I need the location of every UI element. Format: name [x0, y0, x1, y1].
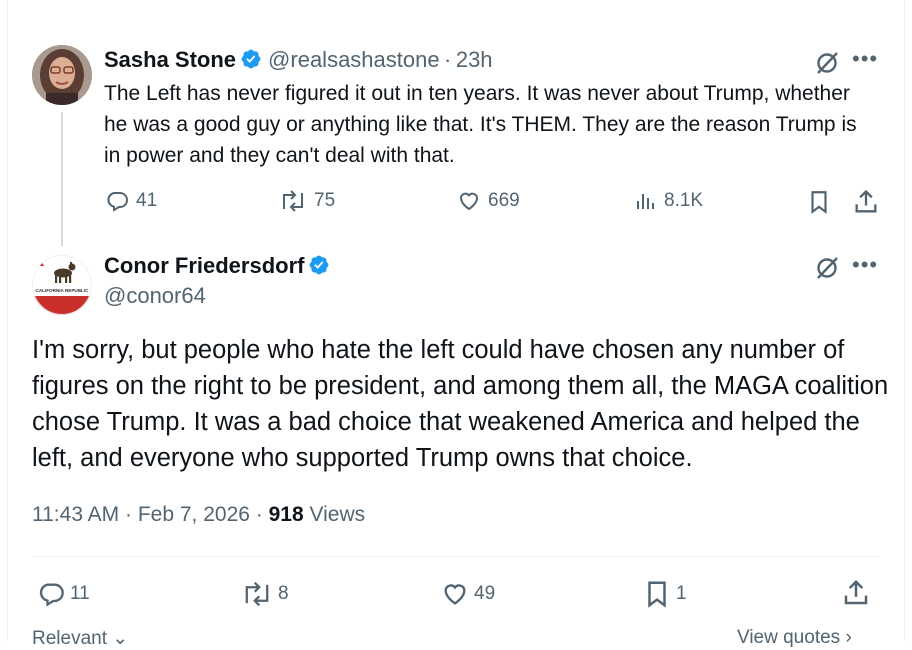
views-count: 8.1K: [664, 190, 704, 211]
reply-button[interactable]: 41: [104, 189, 157, 213]
chevron-right-icon: ›: [845, 627, 852, 648]
thread-connector-line: [61, 112, 63, 246]
share-icon: [855, 189, 877, 213]
reply-icon: [39, 583, 64, 607]
author-name[interactable]: Sasha Stone: [104, 47, 236, 72]
separator-dot: ·: [444, 47, 452, 72]
avatar-photo: [32, 45, 92, 105]
bookmark-button[interactable]: [806, 189, 832, 220]
avatar-flag-text: CALIFORNIA REPUBLIC: [36, 288, 90, 293]
avatar[interactable]: CALIFORNIA REPUBLIC: [32, 255, 92, 315]
chevron-down-icon: ⌄: [112, 628, 129, 649]
views-label: Views: [309, 503, 366, 526]
like-button[interactable]: 49: [440, 580, 495, 608]
main-tweet-header: Conor Friedersdorf: [104, 253, 336, 279]
repost-count: 8: [278, 583, 289, 604]
like-count: 669: [488, 190, 520, 211]
share-button[interactable]: [852, 188, 880, 221]
more-icon[interactable]: •••: [852, 252, 878, 278]
repost-count: 75: [314, 190, 336, 211]
reply-button[interactable]: 11: [36, 580, 90, 608]
repost-icon: [245, 581, 269, 607]
like-icon: [444, 584, 466, 605]
main-tweet-text: I'm sorry, but people who hate the left …: [32, 336, 889, 472]
bookmark-button[interactable]: 1: [642, 579, 687, 609]
like-icon: [459, 192, 479, 211]
tweet-time[interactable]: 23h: [456, 47, 493, 72]
views-button[interactable]: 8.1K: [634, 189, 703, 213]
verified-icon: [241, 49, 261, 69]
author-handle[interactable]: @conor64: [104, 283, 206, 309]
like-count: 49: [474, 583, 496, 604]
grok-icon[interactable]: [814, 50, 840, 81]
more-icon[interactable]: •••: [852, 46, 878, 72]
reply-count: 41: [136, 190, 158, 211]
avatar[interactable]: [32, 45, 92, 105]
frame-left-border: [7, 0, 8, 642]
sort-replies-dropdown[interactable]: Relevant ⌄: [32, 627, 128, 650]
repost-icon: [283, 190, 303, 212]
frame-right-border: [904, 0, 905, 642]
views-number: 918: [268, 503, 304, 526]
like-button[interactable]: 669: [456, 189, 520, 213]
bookmark-icon: [648, 581, 666, 608]
tweet-date[interactable]: Feb 7, 2026: [138, 503, 250, 526]
view-quotes-link[interactable]: View quotes ›: [737, 627, 852, 649]
bookmark-count: 1: [676, 583, 687, 604]
divider: [32, 556, 880, 557]
quoted-tweet-header: Sasha Stone @realsashastone · 23h: [104, 47, 493, 73]
views-icon: [637, 194, 654, 209]
grok-icon[interactable]: [814, 255, 840, 286]
sort-label: Relevant: [32, 628, 107, 649]
author-handle[interactable]: @realsashastone: [268, 47, 440, 72]
tweet-time[interactable]: 11:43 AM: [32, 503, 119, 526]
avatar-flag-image: CALIFORNIA REPUBLIC: [32, 255, 92, 315]
author-name[interactable]: Conor Friedersdorf: [104, 253, 304, 278]
bookmark-icon: [811, 191, 827, 214]
repost-button[interactable]: 8: [240, 580, 289, 608]
reply-count: 11: [70, 583, 90, 604]
share-button[interactable]: [841, 578, 871, 613]
quoted-tweet-text: The Left has never figured it out in ten…: [104, 82, 857, 167]
share-icon: [844, 579, 868, 605]
reply-icon: [107, 192, 128, 212]
verified-icon: [310, 255, 329, 275]
tweet-meta: 11:43 AM · Feb 7, 2026 · 918 Views: [32, 503, 366, 526]
repost-button[interactable]: 75: [278, 189, 335, 213]
view-quotes-label: View quotes: [737, 627, 841, 648]
